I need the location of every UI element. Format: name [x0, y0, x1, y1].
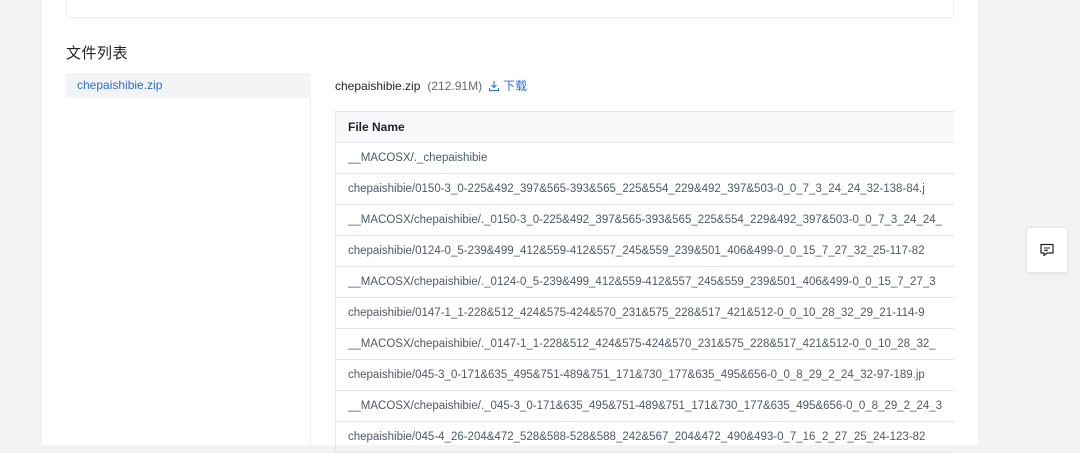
message-icon: [1040, 243, 1054, 257]
archive-content: chepaishibie.zip (212.91M) 下载 File Name …: [335, 73, 954, 453]
table-row[interactable]: chepaishibie/0147-1_1-228&512_424&575-42…: [336, 298, 954, 329]
archive-size: (212.91M): [427, 78, 483, 93]
table-body: __MACOSX/._chepaishibie chepaishibie/015…: [336, 143, 954, 453]
preview-panel: [66, 0, 954, 18]
table-row[interactable]: __MACOSX/chepaishibie/._0150-3_0-225&492…: [336, 205, 954, 236]
sidebar-file-label: chepaishibie.zip: [77, 78, 163, 92]
page-container: 文件列表 chepaishibie.zip chepaishibie.zip (…: [42, 0, 978, 453]
download-icon: [489, 80, 500, 91]
archive-name: chepaishibie.zip: [335, 78, 421, 93]
table-row[interactable]: chepaishibie/045-3_0-171&635_495&751-489…: [336, 360, 954, 391]
archive-header: chepaishibie.zip (212.91M) 下载: [335, 73, 954, 98]
file-table: File Name __MACOSX/._chepaishibie chepai…: [335, 111, 954, 453]
download-button[interactable]: 下载: [488, 77, 527, 94]
table-row[interactable]: __MACOSX/chepaishibie/._0124-0_5-239&499…: [336, 267, 954, 298]
file-sidebar: chepaishibie.zip: [66, 73, 311, 445]
table-row[interactable]: chepaishibie/0150-3_0-225&492_397&565-39…: [336, 174, 954, 205]
download-label: 下载: [503, 79, 528, 93]
feedback-button[interactable]: [1026, 227, 1068, 273]
sidebar-file-item[interactable]: chepaishibie.zip: [66, 73, 311, 98]
table-row[interactable]: chepaishibie/045-4_26-204&472_528&588-52…: [336, 422, 954, 453]
table-header-file-name: File Name: [336, 112, 954, 143]
table-row[interactable]: __MACOSX/chepaishibie/._0147-1_1-228&512…: [336, 329, 954, 360]
file-list-title: 文件列表: [66, 44, 129, 62]
table-row[interactable]: __MACOSX/._chepaishibie: [336, 143, 954, 174]
table-row[interactable]: chepaishibie/0124-0_5-239&499_412&559-41…: [336, 236, 954, 267]
table-row[interactable]: __MACOSX/chepaishibie/._045-3_0-171&635_…: [336, 391, 954, 422]
